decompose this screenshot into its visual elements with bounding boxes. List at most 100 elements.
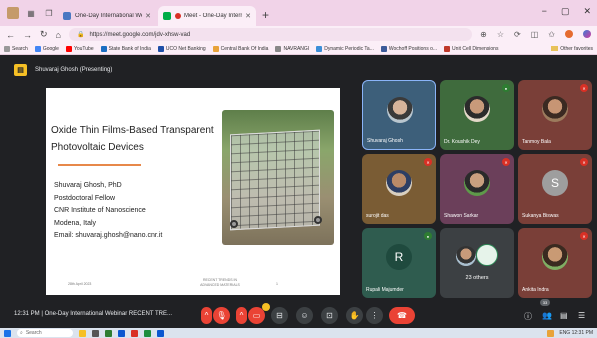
mic-off-button[interactable]: 🎙 xyxy=(213,307,230,324)
bookmark-item[interactable]: State Bank of India xyxy=(100,45,151,52)
slide-footer-date: 28th April 2023 xyxy=(68,282,92,286)
participant-tile[interactable]: ● R Rupali Majumder xyxy=(362,228,436,298)
activities-icon[interactable]: ☰ xyxy=(578,311,585,320)
participant-tile[interactable]: ✕ Ankita Indra xyxy=(518,228,592,298)
bookmark-item[interactable]: Central Bank Of India xyxy=(212,45,268,52)
clip-icon xyxy=(230,220,238,228)
bookmark-item[interactable]: Dynamic Periodic Ta... xyxy=(316,45,374,52)
taskbar-app-icon[interactable] xyxy=(92,329,99,337)
tab-actions-icon[interactable]: ❐ xyxy=(43,7,55,19)
bookmark-item[interactable]: YouTube xyxy=(65,45,94,52)
taskbar-search[interactable]: ⌕ Search xyxy=(17,329,73,337)
others-avatar xyxy=(456,246,476,266)
participant-tile-others[interactable]: 23 others xyxy=(440,228,514,298)
new-tab-button[interactable]: + xyxy=(262,8,269,22)
participant-name: Sukanya Biswas xyxy=(522,213,559,219)
profile-icon[interactable] xyxy=(7,7,19,19)
more-options-button[interactable]: ⋮ xyxy=(366,307,383,324)
forward-icon[interactable]: → xyxy=(23,30,32,40)
meet-tab-favicon xyxy=(163,12,171,20)
participant-tile[interactable]: ✕ surojit das xyxy=(362,154,436,224)
lock-icon: 🔒 xyxy=(76,32,85,38)
notification-badge xyxy=(262,303,270,311)
system-tray: ENG 12:31 PM xyxy=(547,329,593,337)
slide-accent-line xyxy=(58,164,141,166)
bookmark-item[interactable]: Unit Cell Dimensions xyxy=(444,45,498,52)
slide-title: Oxide Thin Films-Based Transparent Photo… xyxy=(51,122,226,156)
captions-button[interactable]: ⊟ xyxy=(271,307,288,324)
participant-name: Rupali Majumder xyxy=(366,287,404,293)
close-tab-icon[interactable]: ✕ xyxy=(145,12,151,20)
browser-tab-bar: ▦ ❐ One-Day International Webinar ✕ Meet… xyxy=(0,0,597,26)
refresh-page-icon[interactable]: ⟳ xyxy=(514,30,521,39)
bookmark-item[interactable]: NAVRANGI xyxy=(275,45,309,52)
collections-icon[interactable]: ▦ xyxy=(25,7,37,19)
taskbar-app-icon[interactable] xyxy=(131,329,138,337)
emoji-button[interactable]: ☺ xyxy=(296,307,313,324)
speaking-indicator-icon: ● xyxy=(502,84,510,92)
taskbar-app-icon[interactable] xyxy=(105,329,112,337)
slide-text-line: CNR Institute of Nanoscience xyxy=(54,207,146,214)
reload-icon[interactable]: ↻ xyxy=(40,29,48,40)
taskbar-app-icon[interactable] xyxy=(79,329,86,337)
tab-meet[interactable]: Meet - One-Day Internation ✕ xyxy=(158,6,256,26)
mic-off-icon: ✕ xyxy=(580,84,588,92)
participant-tile[interactable]: ✕ S Sukanya Biswas xyxy=(518,154,592,224)
leave-call-button[interactable]: ☎ xyxy=(389,307,415,324)
back-icon[interactable]: ← xyxy=(6,30,15,40)
participant-tile[interactable]: ✕ Shawon Sarkar xyxy=(440,154,514,224)
url-field[interactable]: 🔒 https://meet.google.com/jdv-xhsw-vad xyxy=(68,28,473,41)
other-favorites[interactable]: Other favorites xyxy=(551,46,593,52)
bookmark-favicon-icon xyxy=(380,45,387,52)
others-avatar xyxy=(476,244,498,266)
meet-stage: ▤ Shuvaraj Ghosh (Presenting) Oxide Thin… xyxy=(0,55,597,328)
bookmark-label: Dynamic Periodic Ta... xyxy=(324,45,374,52)
bookmark-item[interactable]: UCO Net Banking xyxy=(157,45,206,52)
avatar: S xyxy=(542,170,568,196)
present-screen-button[interactable]: ⊡ xyxy=(321,307,338,324)
participant-tile[interactable]: Shuvaraj Ghosh xyxy=(362,80,436,150)
tab-title: Meet - One-Day Internation xyxy=(184,13,242,19)
people-icon[interactable]: 👥 xyxy=(542,311,552,320)
meeting-info: 12:31 PM | One-Day International Webinar… xyxy=(14,311,172,317)
bookmark-label: State Bank of India xyxy=(108,45,151,52)
slide-text-line: Email: shuvaraj.ghosh@nano.cnr.it xyxy=(54,232,163,239)
raise-hand-button[interactable]: ✋ xyxy=(346,307,363,324)
bookmark-item[interactable]: Search xyxy=(4,45,28,52)
favorite-star-icon[interactable]: ☆ xyxy=(497,30,504,39)
window-controls: − ▢ ✕ xyxy=(542,6,591,17)
chat-icon[interactable]: ▤ xyxy=(560,311,568,320)
slide-text-line: Shuvaraj Ghosh, PhD xyxy=(54,182,122,189)
taskbar-app-icon[interactable] xyxy=(157,329,164,337)
bookmark-label: UCO Net Banking xyxy=(165,45,206,52)
zoom-icon[interactable]: ⊕ xyxy=(480,30,487,39)
close-tab-icon[interactable]: ✕ xyxy=(245,12,251,20)
bookmark-label: Google xyxy=(42,45,59,52)
participant-tile[interactable]: ✕ Tanmoy Bala xyxy=(518,80,592,150)
participant-name: Dr. Koushik Dey xyxy=(444,139,480,145)
tray-status: ENG 12:31 PM xyxy=(559,330,593,336)
tab-webinar[interactable]: One-Day International Webinar ✕ xyxy=(58,6,156,26)
mic-options-button[interactable]: ^ xyxy=(201,307,212,324)
search-icon: ⌕ xyxy=(20,330,23,336)
participant-tile[interactable]: ● Dr. Koushik Dey xyxy=(440,80,514,150)
mic-off-icon: ✕ xyxy=(502,158,510,166)
maximize-icon[interactable]: ▢ xyxy=(561,6,570,17)
close-window-icon[interactable]: ✕ xyxy=(583,6,591,17)
people-count-badge: 33 xyxy=(540,299,550,306)
extension-icon[interactable] xyxy=(565,30,573,38)
windows-start-icon[interactable] xyxy=(4,329,11,337)
meeting-details-icon[interactable]: ⓘ xyxy=(524,311,532,322)
home-icon[interactable]: ⌂ xyxy=(56,30,61,40)
bookmark-item[interactable]: Google xyxy=(34,45,59,52)
weather-icon[interactable] xyxy=(547,329,555,337)
minimize-icon[interactable]: − xyxy=(542,6,547,17)
taskbar-app-icon[interactable] xyxy=(118,329,125,337)
favorites-icon[interactable]: ✩ xyxy=(548,30,555,39)
bookmark-item[interactable]: Wochoff Positions o... xyxy=(380,45,437,52)
edge-copilot-icon[interactable] xyxy=(583,30,591,38)
participant-name: Shawon Sarkar xyxy=(444,213,479,219)
split-screen-icon[interactable]: ◫ xyxy=(531,30,539,39)
taskbar-app-icon[interactable] xyxy=(144,329,151,337)
camera-options-button[interactable]: ^ xyxy=(236,307,247,324)
